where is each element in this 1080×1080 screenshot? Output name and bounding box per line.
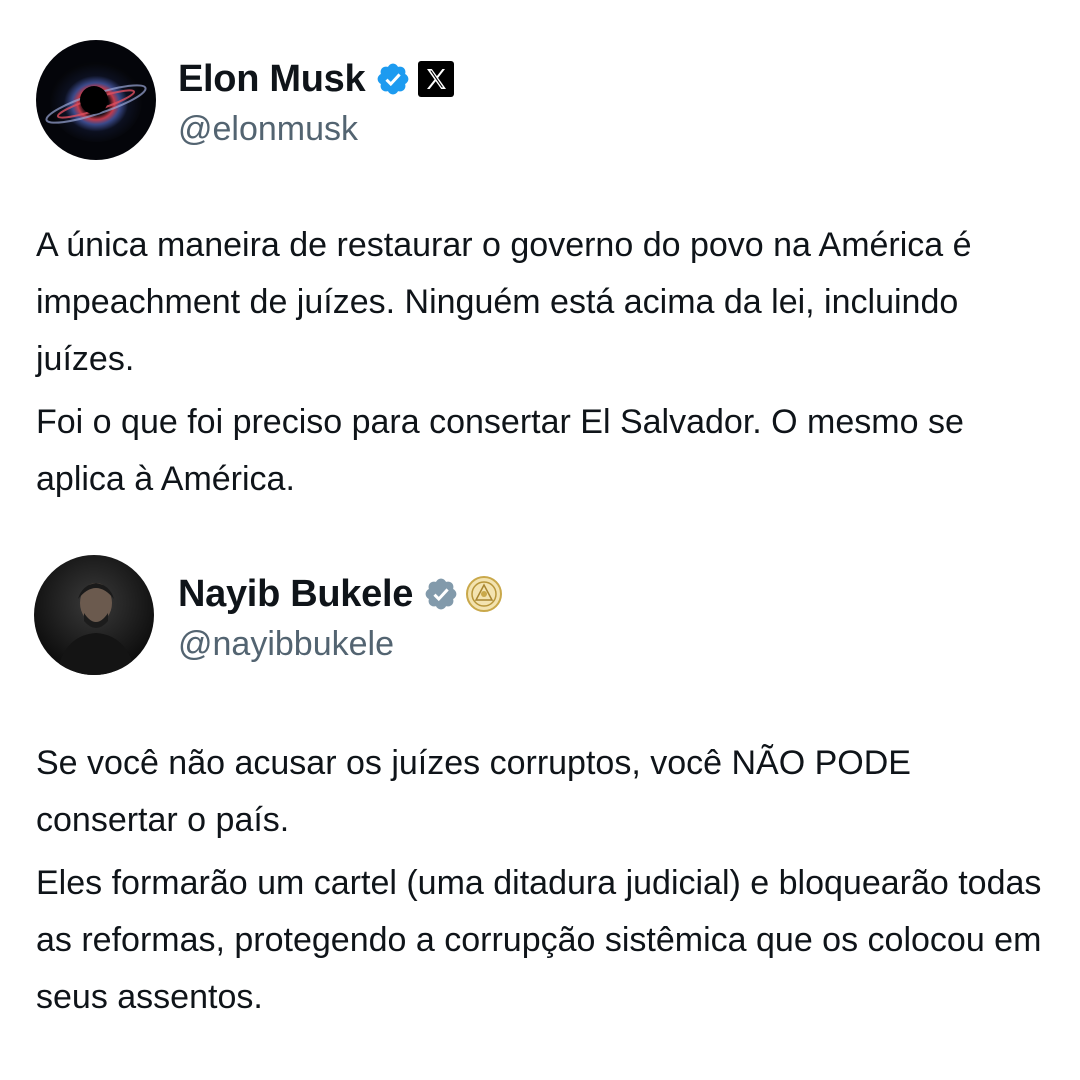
author-name-row: Nayib Bukele <box>178 571 503 617</box>
tweet-text: A única maneira de restaurar o governo d… <box>36 217 1046 514</box>
x-logo-icon <box>417 60 455 98</box>
avatar[interactable] <box>36 40 156 160</box>
avatar[interactable] <box>34 555 154 675</box>
tweet-text: Se você não acusar os juízes corruptos, … <box>36 735 1046 1032</box>
black-hole-avatar-image <box>36 40 156 160</box>
author-name[interactable]: Nayib Bukele <box>178 573 413 616</box>
tweet-paragraph: A única maneira de restaurar o governo d… <box>36 226 972 378</box>
author-name-row: Elon Musk <box>178 56 455 102</box>
tweet-paragraph: Foi o que foi preciso para consertar El … <box>36 403 964 498</box>
tweet-paragraph: Eles formarão um cartel (uma ditadura ju… <box>36 864 1042 1016</box>
profile-photo-image <box>34 555 154 675</box>
verified-badge-icon <box>423 576 459 612</box>
author-name[interactable]: Elon Musk <box>178 58 366 101</box>
author-handle[interactable]: @elonmusk <box>178 110 358 149</box>
verified-badge-icon <box>375 61 411 97</box>
tweet-paragraph: Se você não acusar os juízes corruptos, … <box>36 744 911 839</box>
el-salvador-seal-icon <box>465 575 503 613</box>
author-handle[interactable]: @nayibbukele <box>178 625 394 664</box>
